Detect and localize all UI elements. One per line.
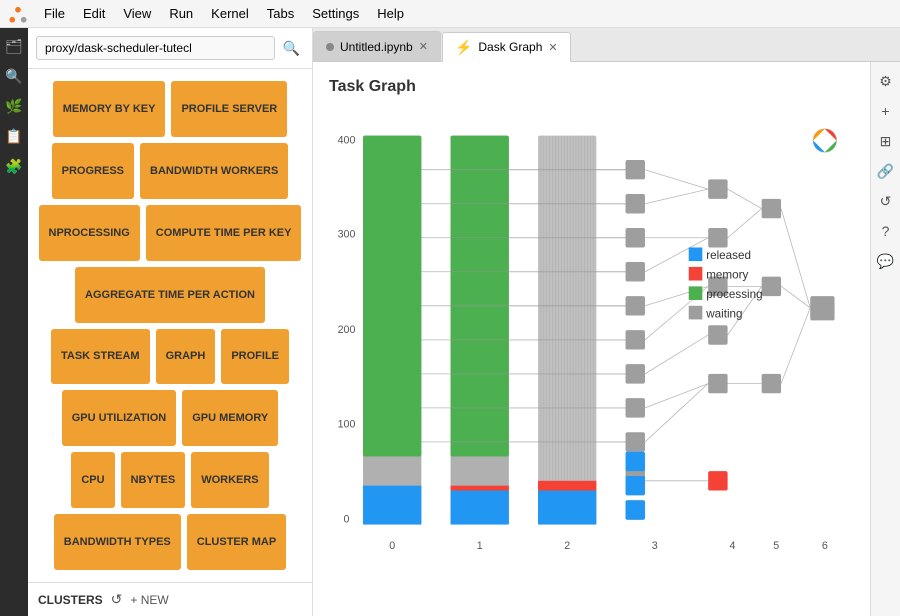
tabs-bar: Untitled.ipynb ✕ ⚡ Dask Graph ✕ — [313, 28, 900, 62]
menu-view[interactable]: View — [115, 4, 159, 23]
svg-text:released: released — [706, 249, 751, 262]
svg-text:0: 0 — [344, 514, 350, 526]
clusters-label: CLUSTERS — [38, 593, 103, 607]
btn-cpu[interactable]: CPU — [71, 452, 114, 508]
left-panel: 🔍 MEMORY BY KEY PROFILE SERVER PROGRESS … — [28, 28, 313, 616]
tab-label-dask: Dask Graph — [478, 40, 542, 54]
tab-dot-untitled — [326, 43, 334, 51]
search-button[interactable]: 🔍 — [279, 38, 304, 59]
svg-text:5: 5 — [773, 540, 779, 552]
graph-area: Task Graph 0 100 200 300 400 0 1 2 3 4 5 — [313, 62, 870, 616]
btn-cluster-map[interactable]: CLUSTER MAP — [187, 514, 286, 570]
btn-nprocessing[interactable]: NPROCESSING — [39, 205, 140, 261]
btn-workers[interactable]: WORKERS — [191, 452, 268, 508]
dask-graph-svg: 0 100 200 300 400 0 1 2 3 4 5 6 — [329, 108, 854, 616]
btn-gpu-utilization[interactable]: GPU UTILIZATION — [62, 390, 177, 446]
nav-buttons-area: MEMORY BY KEY PROFILE SERVER PROGRESS BA… — [28, 69, 312, 582]
menu-run[interactable]: Run — [161, 4, 201, 23]
svg-text:3: 3 — [652, 540, 658, 552]
btn-profile-server[interactable]: PROFILE SERVER — [171, 81, 287, 137]
sidebar-icon-commands[interactable]: 📋 — [4, 126, 24, 146]
svg-text:waiting: waiting — [705, 307, 742, 320]
svg-text:processing: processing — [706, 288, 762, 301]
btn-memory-by-key[interactable]: MEMORY BY KEY — [53, 81, 166, 137]
rt-add-icon[interactable]: + — [875, 100, 897, 122]
rt-refresh-icon[interactable]: ↺ — [875, 190, 897, 212]
graph-title: Task Graph — [329, 78, 854, 96]
sidebar-icon-panel: 🗂 🔍 🌿 📋 🧩 — [0, 28, 28, 616]
menu-kernel[interactable]: Kernel — [203, 4, 257, 23]
sidebar-icon-search[interactable]: 🔍 — [4, 66, 24, 86]
right-toolbar: ⚙ + ⊞ 🔗 ↺ ? 💬 — [870, 62, 900, 616]
dask-icon: ⚡ — [455, 39, 472, 56]
menu-settings[interactable]: Settings — [304, 4, 367, 23]
notebook-area: Task Graph 0 100 200 300 400 0 1 2 3 4 5 — [313, 62, 900, 616]
clusters-new-button[interactable]: + NEW — [130, 593, 168, 607]
rt-settings-icon[interactable]: ⚙ — [875, 70, 897, 92]
svg-text:4: 4 — [729, 540, 735, 552]
svg-text:100: 100 — [338, 418, 356, 430]
btn-nbytes[interactable]: NBYTES — [121, 452, 186, 508]
sidebar-icon-git[interactable]: 🌿 — [4, 96, 24, 116]
content-area: Untitled.ipynb ✕ ⚡ Dask Graph ✕ Task Gra… — [313, 28, 900, 616]
svg-text:2: 2 — [564, 540, 570, 552]
rt-grid-icon[interactable]: ⊞ — [875, 130, 897, 152]
btn-aggregate-time[interactable]: AGGREGATE TIME PER ACTION — [75, 267, 265, 323]
btn-graph[interactable]: GRAPH — [156, 329, 216, 385]
btn-compute-time[interactable]: COMPUTE TIME PER KEY — [146, 205, 302, 261]
menu-help[interactable]: Help — [369, 4, 412, 23]
svg-text:300: 300 — [338, 229, 356, 241]
menu-file[interactable]: File — [36, 4, 73, 23]
clusters-refresh-icon[interactable]: ↺ — [111, 591, 123, 608]
svg-text:400: 400 — [338, 134, 356, 146]
svg-text:200: 200 — [338, 324, 356, 336]
svg-text:6: 6 — [822, 540, 828, 552]
tab-untitled[interactable]: Untitled.ipynb ✕ — [313, 31, 441, 61]
tab-label-untitled: Untitled.ipynb — [340, 40, 413, 54]
rt-help-icon[interactable]: ? — [875, 220, 897, 242]
svg-text:1: 1 — [477, 540, 483, 552]
jupyter-logo — [8, 4, 28, 24]
svg-text:0: 0 — [389, 540, 395, 552]
btn-progress[interactable]: PROGRESS — [52, 143, 134, 199]
search-bar: 🔍 — [28, 28, 312, 69]
btn-profile[interactable]: PROFILE — [221, 329, 289, 385]
menu-edit[interactable]: Edit — [75, 4, 113, 23]
clusters-section: CLUSTERS ↺ + NEW — [28, 582, 312, 616]
svg-text:memory: memory — [706, 269, 748, 282]
search-input[interactable] — [36, 36, 275, 60]
btn-task-stream[interactable]: TASK STREAM — [51, 329, 150, 385]
tab-close-dask[interactable]: ✕ — [548, 41, 557, 54]
tab-dask-graph[interactable]: ⚡ Dask Graph ✕ — [442, 32, 571, 62]
rt-chat-icon[interactable]: 💬 — [875, 250, 897, 272]
menu-tabs[interactable]: Tabs — [259, 4, 302, 23]
btn-gpu-memory[interactable]: GPU MEMORY — [182, 390, 278, 446]
menubar: File Edit View Run Kernel Tabs Settings … — [0, 0, 900, 28]
main-layout: 🗂 🔍 🌿 📋 🧩 🔍 MEMORY BY KEY PROFILE SERVER… — [0, 28, 900, 616]
sidebar-icon-files[interactable]: 🗂 — [4, 36, 24, 56]
btn-bandwidth-workers[interactable]: BANDWIDTH WORKERS — [140, 143, 288, 199]
sidebar-icon-extensions[interactable]: 🧩 — [4, 156, 24, 176]
rt-link-icon[interactable]: 🔗 — [875, 160, 897, 182]
tab-close-untitled[interactable]: ✕ — [419, 40, 428, 53]
btn-bandwidth-types[interactable]: BANDWIDTH TYPES — [54, 514, 181, 570]
